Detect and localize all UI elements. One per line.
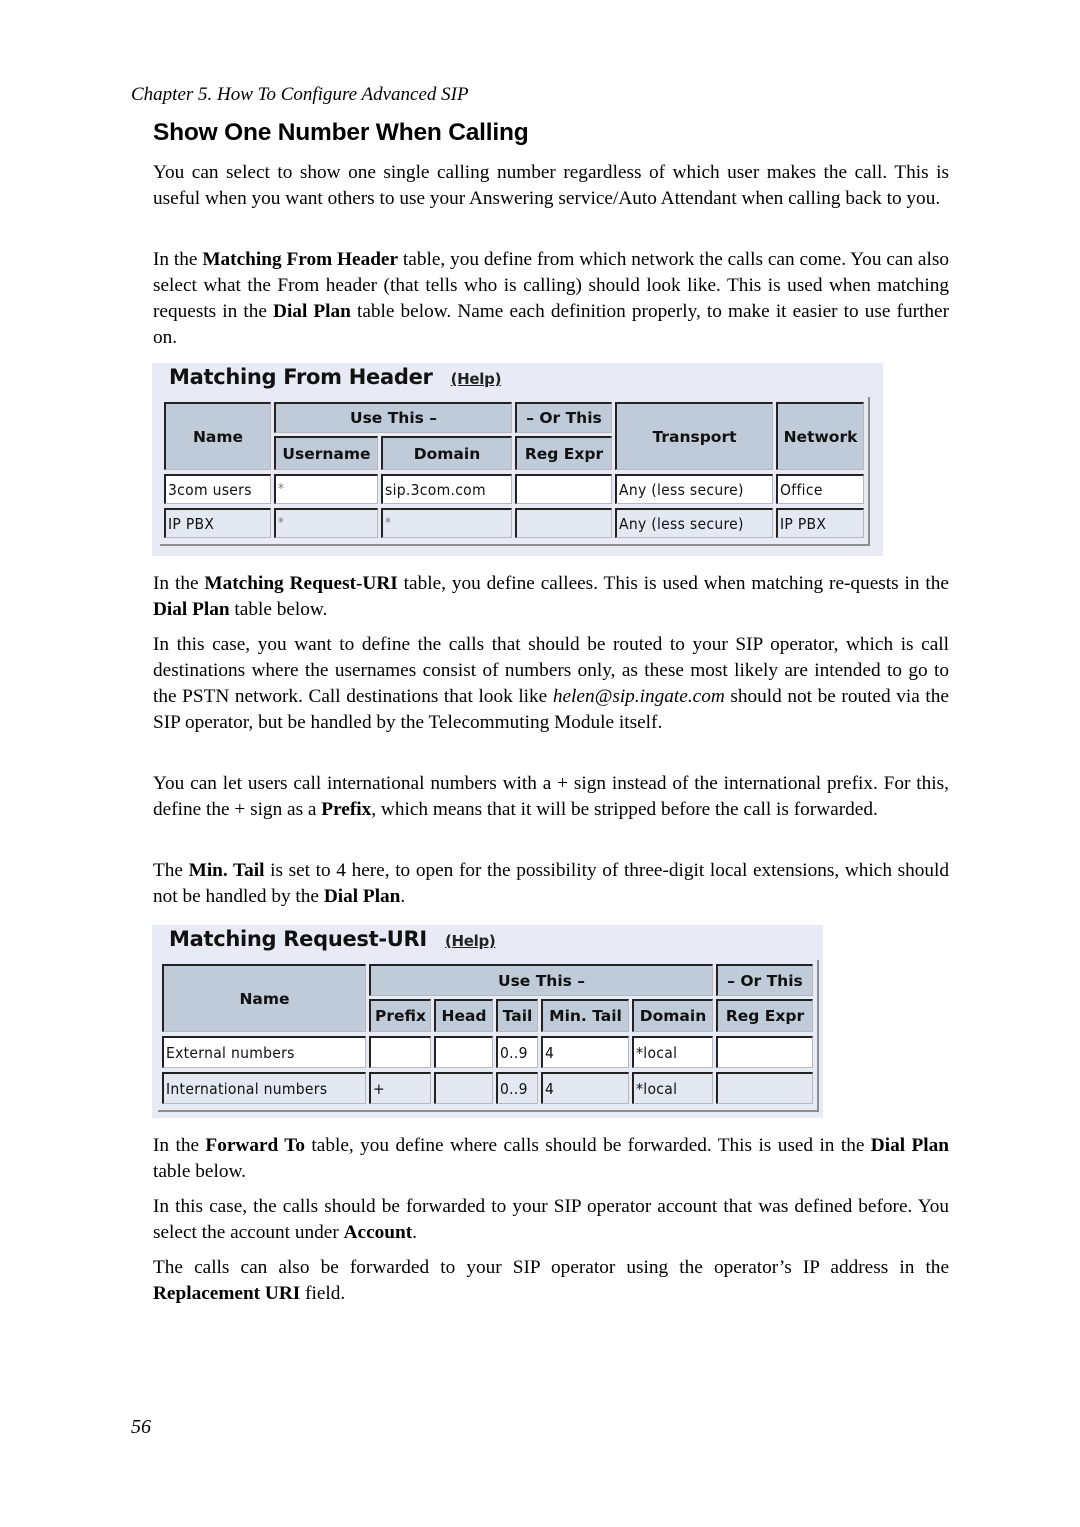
bold-term: Dial Plan: [273, 301, 351, 322]
col-header-min-tail: Min. Tail: [541, 999, 629, 1032]
row1-domain-input[interactable]: sip.3com.com: [381, 474, 512, 504]
col-header-prefix: Prefix: [369, 999, 431, 1032]
row2-name-input[interactable]: IP PBX: [164, 508, 271, 538]
row2-reg-expr-input[interactable]: [716, 1072, 813, 1104]
bold-term: Forward To: [205, 1135, 306, 1156]
col-group-or-this: – Or This: [515, 402, 612, 433]
col-header-reg-expr: Reg Expr: [515, 436, 612, 470]
col-header-name: Name: [162, 964, 366, 1032]
account-paragraph: In this case, the calls should be forwar…: [153, 1196, 949, 1243]
row1-name-input[interactable]: 3com users: [164, 474, 271, 504]
request-uri-table: Name Use This – – Or This Prefix Head Ta…: [158, 960, 819, 1112]
col-header-domain: Domain: [381, 436, 512, 470]
bold-term: Dial Plan: [323, 886, 401, 907]
from-header-paragraph: In the Matching From Header table, you d…: [153, 249, 950, 348]
matching-request-uri-panel: Matching Request-URI (Help) Name Use This…: [152, 925, 823, 1118]
col-header-network: Network: [776, 402, 864, 470]
request-uri-paragraph: In the Matching Request-URI table, you d…: [153, 573, 949, 620]
row1-transport-select[interactable]: Any (less secure): [615, 474, 773, 504]
col-group-or-this: – Or This: [716, 964, 813, 996]
row1-reg-expr-input[interactable]: [515, 474, 612, 504]
row2-network-select[interactable]: IP PBX: [776, 508, 864, 538]
panel-title-text: Matching Request-URI: [169, 927, 427, 951]
help-link[interactable]: (Help): [451, 370, 502, 388]
bold-term: Dial Plan: [870, 1135, 949, 1156]
col-header-transport: Transport: [615, 402, 773, 470]
row2-username-input[interactable]: *: [274, 508, 378, 538]
row2-reg-expr-input[interactable]: [515, 508, 612, 538]
panel-title: Matching From Header (Help): [169, 365, 501, 389]
row2-head-input[interactable]: [434, 1072, 493, 1104]
prefix-paragraph: You can let users call international num…: [153, 773, 949, 820]
col-header-reg-expr: Reg Expr: [716, 999, 813, 1032]
help-link[interactable]: (Help): [445, 932, 496, 950]
from-header-table: Name Use This – – Or This Username Domai…: [160, 397, 870, 546]
row2-name-input[interactable]: International numbers: [162, 1072, 366, 1104]
row1-name-input[interactable]: External numbers: [162, 1036, 366, 1068]
bold-term: Prefix: [321, 799, 372, 820]
routing-paragraph: In this case, you want to define the cal…: [153, 634, 949, 733]
italic-term: helen@sip.ingate.com: [552, 686, 725, 707]
col-header-tail: Tail: [496, 999, 538, 1032]
row1-network-select[interactable]: Office: [776, 474, 864, 504]
row2-domain-input[interactable]: *: [381, 508, 512, 538]
row1-username-input[interactable]: *: [274, 474, 378, 504]
section-title: Show One Number When Calling: [153, 119, 529, 146]
col-group-use-this: Use This –: [369, 964, 713, 996]
col-header-domain: Domain: [632, 999, 713, 1032]
running-head: Chapter 5. How To Configure Advanced SIP: [131, 84, 469, 105]
panel-title-text: Matching From Header: [169, 365, 433, 389]
col-header-head: Head: [434, 999, 493, 1032]
row2-prefix-input[interactable]: +: [369, 1072, 431, 1104]
page-number: 56: [131, 1416, 151, 1438]
bold-term: Account: [343, 1222, 413, 1243]
col-header-username: Username: [274, 436, 378, 470]
row2-min-tail-input[interactable]: 4: [541, 1072, 629, 1104]
bold-term: Matching Request-URI: [204, 573, 398, 594]
bold-term: Min. Tail: [188, 860, 265, 881]
row1-tail-input[interactable]: 0..9: [496, 1036, 538, 1068]
row1-reg-expr-input[interactable]: [716, 1036, 813, 1068]
intro-paragraph: You can select to show one single callin…: [153, 162, 949, 209]
bold-term: Dial Plan: [153, 599, 230, 620]
col-header-name: Name: [164, 402, 271, 470]
matching-from-header-panel: Matching From Header (Help) Name Use This…: [152, 363, 883, 556]
forward-to-paragraph: In the Forward To table, you define wher…: [153, 1135, 949, 1182]
row1-prefix-input[interactable]: [369, 1036, 431, 1068]
row1-head-input[interactable]: [434, 1036, 493, 1068]
replacement-uri-paragraph: The calls can also be forwarded to your …: [153, 1257, 949, 1304]
row1-min-tail-input[interactable]: 4: [541, 1036, 629, 1068]
row1-domain-input[interactable]: *local: [632, 1036, 713, 1068]
bold-term: Matching From Header: [202, 249, 399, 270]
col-group-use-this: Use This –: [274, 402, 512, 433]
row2-tail-input[interactable]: 0..9: [496, 1072, 538, 1104]
row2-domain-input[interactable]: *local: [632, 1072, 713, 1104]
row2-transport-select[interactable]: Any (less secure): [615, 508, 773, 538]
bold-term: Replacement URI: [153, 1283, 301, 1304]
panel-title: Matching Request-URI (Help): [169, 927, 496, 951]
min-tail-paragraph: The Min. Tail is set to 4 here, to open …: [153, 860, 950, 907]
